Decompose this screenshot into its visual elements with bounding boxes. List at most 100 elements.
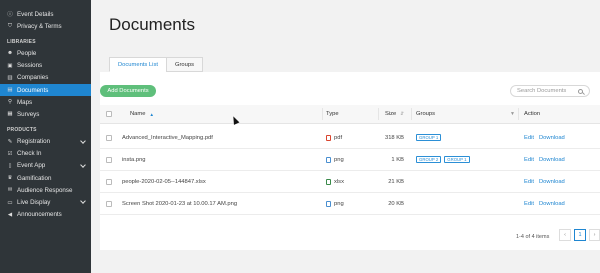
- row-checkbox[interactable]: [106, 134, 112, 141]
- sidebar-item-people[interactable]: ☻ People: [0, 47, 91, 59]
- group-badge: GROUP 1: [416, 134, 442, 141]
- type-label: pdf: [334, 134, 343, 141]
- pagination-info: 1-4 of 4 items: [516, 234, 550, 240]
- sidebar-item-privacy-terms[interactable]: ⛉ Privacy & Terms: [0, 20, 91, 32]
- sidebar-item-companies[interactable]: ▥ Companies: [0, 72, 91, 84]
- main-content: Documents Documents List Groups Add Docu…: [91, 0, 600, 273]
- checkin-icon: ☑: [7, 150, 13, 157]
- people-icon: ☻: [7, 50, 13, 57]
- column-divider: [322, 108, 323, 120]
- sidebar-item-label: Documents: [17, 86, 49, 94]
- sidebar-item-audience-response[interactable]: ✉ Audience Response: [0, 184, 91, 196]
- row-checkbox-cell[interactable]: [106, 171, 112, 192]
- sidebar-item-label: Maps: [17, 98, 33, 106]
- group-badge: GROUP 1: [444, 156, 470, 163]
- column-header-groups: Groups: [416, 111, 436, 117]
- column-header-name[interactable]: Name ▲: [130, 105, 154, 123]
- sidebar-item-check-in[interactable]: ☑ Check In: [0, 148, 91, 160]
- sidebar-item-surveys[interactable]: ▦ Surveys: [0, 108, 91, 120]
- sidebar-item-documents[interactable]: ▤ Documents: [0, 83, 91, 97]
- column-header-type: Type: [326, 111, 339, 117]
- building-icon: ▥: [7, 74, 13, 81]
- sidebar-section-products: PRODUCTS: [7, 127, 37, 133]
- select-all-checkbox[interactable]: [106, 111, 112, 117]
- group-badge: GROUP 2: [416, 156, 442, 163]
- chevron-down-icon[interactable]: [80, 137, 86, 144]
- sidebar-item-maps[interactable]: ⚲ Maps: [0, 96, 91, 108]
- document-size: 20 KB: [388, 200, 404, 207]
- row-checkbox-cell[interactable]: [106, 193, 112, 214]
- document-actions: Edit Download: [524, 171, 570, 192]
- download-link[interactable]: Download: [539, 201, 565, 207]
- calendar-icon: ▣: [7, 62, 13, 69]
- sidebar-item-label: Registration: [17, 138, 51, 146]
- sidebar-item-label: People: [17, 49, 37, 57]
- document-actions: Edit Download: [524, 149, 570, 170]
- row-checkbox[interactable]: [106, 156, 112, 163]
- sidebar-item-live-display[interactable]: ▭ Live Display: [0, 196, 91, 208]
- document-type: png: [326, 193, 344, 214]
- type-label: png: [334, 200, 344, 207]
- edit-link[interactable]: Edit: [524, 201, 534, 207]
- document-actions: Edit Download: [524, 193, 570, 214]
- sidebar-item-label: Sessions: [17, 62, 43, 70]
- sidebar-section-libraries: LIBRARIES: [7, 38, 36, 45]
- edit-link[interactable]: Edit: [524, 179, 534, 185]
- next-page-button[interactable]: ›: [589, 229, 600, 241]
- sidebar-item-label: Event App: [17, 162, 46, 170]
- info-icon: ⓘ: [7, 12, 13, 19]
- documents-card: Add Documents Search Documents Name ▲ Ty…: [100, 72, 600, 250]
- search-icon: [578, 88, 583, 94]
- table-header: Name ▲ Type Size ⇵ Groups ▼ Action: [100, 105, 600, 124]
- spreadsheet-file-icon: [326, 178, 331, 185]
- edit-link[interactable]: Edit: [524, 135, 534, 141]
- prev-page-button[interactable]: ‹: [559, 229, 571, 241]
- table-row: people-2020-02-05--144847.xlsx xlsx 21 K…: [100, 171, 600, 193]
- document-type: xlsx: [326, 171, 344, 192]
- chevron-down-icon[interactable]: [80, 162, 86, 168]
- tabs: Documents List Groups: [109, 57, 203, 72]
- column-header-size[interactable]: Size ⇵: [385, 105, 404, 123]
- sidebar-item-label: Live Display: [17, 199, 51, 207]
- document-actions: Edit Download: [524, 127, 570, 148]
- sort-icon[interactable]: ▲: [149, 112, 153, 117]
- chevron-down-icon[interactable]: [80, 198, 86, 205]
- tab-documents-list[interactable]: Documents List: [109, 57, 167, 72]
- page-1-button[interactable]: 1: [574, 229, 586, 241]
- filter-icon[interactable]: ▼: [510, 105, 515, 123]
- column-header-label: Name: [130, 111, 146, 117]
- column-divider: [378, 108, 379, 120]
- type-label: xlsx: [334, 178, 344, 185]
- row-checkbox[interactable]: [106, 178, 112, 185]
- document-type: pdf: [326, 127, 342, 148]
- image-file-icon: [326, 156, 331, 163]
- add-documents-button[interactable]: Add Documents: [100, 85, 156, 97]
- download-link[interactable]: Download: [539, 179, 565, 185]
- select-all-checkbox-cell[interactable]: [106, 105, 112, 123]
- sidebar-item-event-app[interactable]: ▯ Event App: [0, 160, 91, 172]
- sidebar-item-event-details[interactable]: ⓘ Event Details: [0, 8, 91, 20]
- sidebar-item-gamification[interactable]: ♛ Gamification: [0, 172, 91, 184]
- document-size: 21 KB: [388, 178, 404, 185]
- row-checkbox-cell[interactable]: [106, 149, 112, 170]
- edit-link[interactable]: Edit: [524, 157, 534, 163]
- sidebar: ⓘ Event Details ⛉ Privacy & Terms LIBRAR…: [0, 0, 91, 273]
- sidebar-item-sessions[interactable]: ▣ Sessions: [0, 60, 91, 72]
- sidebar-item-registration[interactable]: ✎ Registration: [0, 136, 91, 148]
- tab-groups[interactable]: Groups: [165, 57, 203, 72]
- sort-icon[interactable]: ⇵: [400, 111, 404, 117]
- search-input[interactable]: Search Documents: [510, 85, 590, 97]
- document-groups: GROUP 1: [416, 127, 444, 148]
- sidebar-item-label: Companies: [17, 74, 49, 82]
- pdf-file-icon: [326, 134, 331, 141]
- sidebar-item-announcements[interactable]: ◀ Announcements: [0, 209, 91, 221]
- document-name: Screen Shot 2020-01-23 at 10.00.17 AM.pn…: [122, 200, 238, 207]
- row-checkbox-cell[interactable]: [106, 127, 112, 148]
- download-link[interactable]: Download: [539, 135, 565, 141]
- sidebar-item-label: Event Details: [17, 10, 54, 18]
- table-row: Screen Shot 2020-01-23 at 10.00.17 AM.pn…: [100, 193, 600, 215]
- download-link[interactable]: Download: [539, 157, 565, 163]
- sidebar-item-label: Surveys: [17, 110, 40, 118]
- row-checkbox[interactable]: [106, 200, 112, 207]
- sidebar-item-label: Announcements: [17, 211, 62, 219]
